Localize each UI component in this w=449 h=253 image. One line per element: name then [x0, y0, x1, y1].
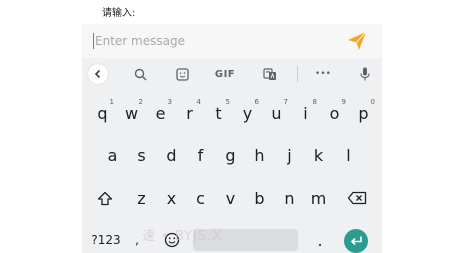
key-t[interactable]: t 5 [204, 98, 233, 125]
key-hint: 1 [109, 98, 114, 106]
enter-key[interactable] [344, 229, 368, 253]
key-v[interactable]: v [216, 186, 245, 210]
key-a[interactable]: a [98, 143, 127, 167]
key-f[interactable]: f [186, 143, 215, 167]
sticker-button[interactable] [172, 64, 192, 84]
send-button[interactable] [344, 29, 370, 53]
key-hint: 0 [370, 98, 375, 106]
collapse-toolbar-button[interactable] [88, 64, 108, 84]
key-u[interactable]: u 7 [262, 98, 291, 125]
shift-icon [97, 191, 113, 205]
key-y[interactable]: y 6 [233, 98, 262, 125]
toolbar-divider [297, 66, 298, 82]
key-c[interactable]: c [186, 186, 215, 210]
key-w[interactable]: w 2 [117, 98, 146, 125]
key-hint: 5 [225, 98, 230, 106]
more-button[interactable]: ••• [312, 64, 334, 84]
period-key[interactable]: . [310, 229, 330, 251]
key-label: i [303, 103, 308, 123]
key-r[interactable]: r 4 [175, 98, 204, 125]
key-label: y [242, 103, 253, 123]
key-label: u [271, 103, 282, 123]
key-k[interactable]: k [304, 143, 333, 167]
key-b[interactable]: b [245, 186, 274, 210]
symbols-key[interactable]: ?123 [86, 229, 126, 251]
soft-keyboard: GIF ••• q 1 w 2 e 3 r 4 t 5 y 6 u 7 i 8 … [82, 58, 382, 253]
key-hint: 6 [254, 98, 259, 106]
key-z[interactable]: z [127, 186, 156, 210]
key-hint: 2 [138, 98, 143, 106]
key-m[interactable]: m [304, 186, 333, 210]
search-icon [134, 68, 146, 80]
sticker-icon [175, 67, 189, 81]
key-label: p [358, 103, 369, 123]
key-e[interactable]: e 3 [146, 98, 175, 125]
key-i[interactable]: i 8 [291, 98, 320, 125]
key-label: e [155, 103, 166, 123]
key-hint: 9 [341, 98, 346, 106]
backspace-key[interactable] [341, 186, 373, 210]
key-q[interactable]: q 1 [88, 98, 117, 125]
search-button[interactable] [130, 64, 150, 84]
key-n[interactable]: n [275, 186, 304, 210]
enter-icon [350, 236, 362, 246]
key-label: w [124, 103, 139, 123]
key-o[interactable]: o 9 [320, 98, 349, 125]
prompt-label: 请输入: [102, 8, 136, 19]
shift-key[interactable] [90, 186, 120, 210]
key-x[interactable]: x [157, 186, 186, 210]
mic-icon [360, 67, 370, 81]
message-input-row [82, 24, 382, 58]
key-label: q [97, 103, 108, 123]
key-l[interactable]: l [334, 143, 363, 167]
key-d[interactable]: d [157, 143, 186, 167]
translate-button[interactable] [260, 64, 280, 84]
send-icon [348, 31, 367, 50]
watermark-text: 速 • BYJS.X [142, 229, 223, 244]
key-h[interactable]: h [245, 143, 274, 167]
translate-icon [263, 67, 276, 80]
keyboard-toolbar: GIF ••• [82, 58, 382, 89]
backspace-icon [347, 191, 367, 205]
key-hint: 8 [312, 98, 317, 106]
key-label: r [186, 103, 193, 123]
key-hint: 3 [167, 98, 172, 106]
key-label: t [215, 103, 222, 123]
message-input[interactable] [92, 32, 335, 50]
key-label: o [329, 103, 340, 123]
voice-input-button[interactable] [357, 64, 373, 84]
chevron-left-icon [94, 69, 101, 79]
chat-screen: 请输入: Enter message GIF ••• q 1 w 2 e 3 r… [82, 0, 382, 253]
key-p[interactable]: p 0 [349, 98, 378, 125]
key-s[interactable]: s [127, 143, 156, 167]
key-j[interactable]: j [275, 143, 304, 167]
gif-button[interactable]: GIF [214, 64, 236, 84]
text-cursor [93, 33, 94, 49]
key-hint: 7 [283, 98, 288, 106]
key-hint: 4 [196, 98, 201, 106]
key-g[interactable]: g [216, 143, 245, 167]
